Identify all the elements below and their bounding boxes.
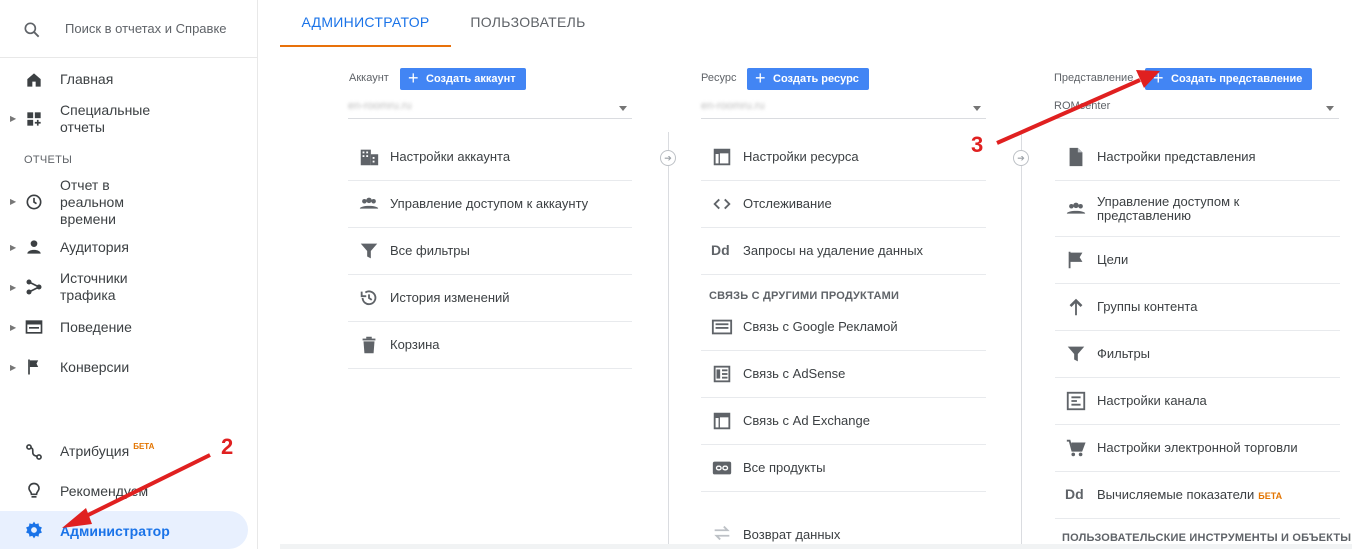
annotation-arrow-2: [62, 453, 211, 528]
annotation-marker-3: 3: [971, 132, 984, 157]
annotation-marker-2: 2: [221, 434, 234, 459]
annotation-arrow-3: [996, 70, 1160, 145]
annotation-arrows: [62, 70, 1160, 528]
